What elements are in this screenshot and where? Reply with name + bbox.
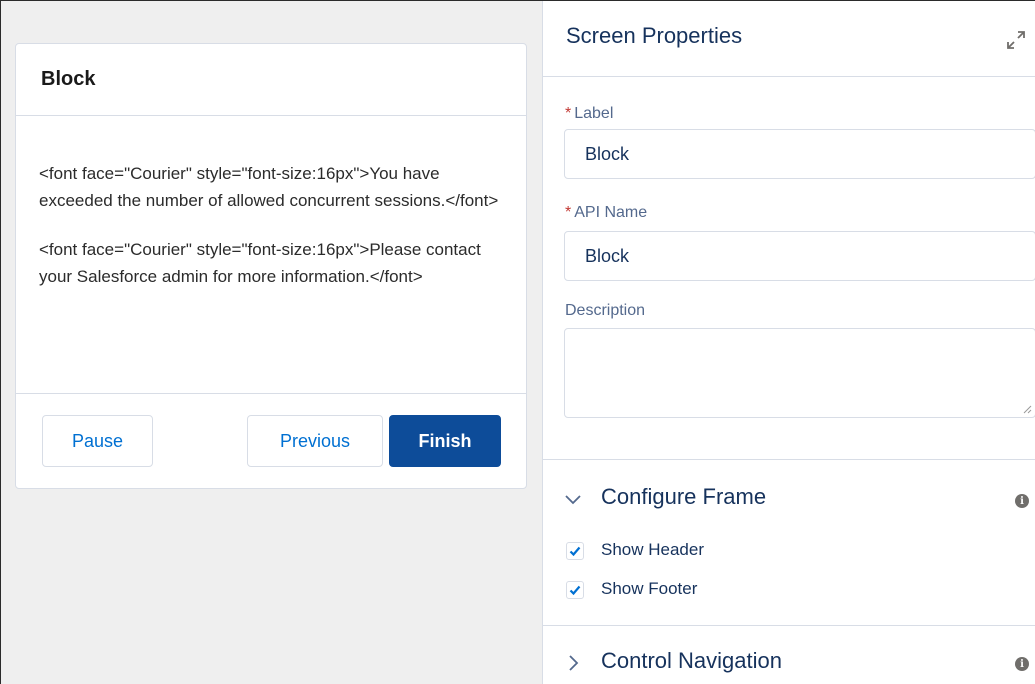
info-icon[interactable]: i (1015, 657, 1029, 671)
required-indicator: * (565, 105, 572, 122)
checkmark-icon (569, 585, 581, 596)
properties-panel: Screen Properties * Label Block * API Name… (543, 1, 1035, 684)
description-textarea[interactable] (564, 328, 1035, 418)
chevron-down-icon[interactable] (563, 489, 583, 509)
previous-button[interactable]: Previous (247, 415, 383, 467)
show-header-checkbox[interactable] (566, 542, 584, 560)
configure-frame-section: Configure Frame i Show Header Show Foote… (543, 459, 1035, 625)
expand-icon[interactable] (1005, 29, 1027, 51)
show-footer-checkbox[interactable] (566, 581, 584, 599)
description-field-label: Description (565, 302, 646, 319)
label-input[interactable]: Block (564, 129, 1035, 179)
info-icon[interactable]: i (1015, 494, 1029, 508)
pause-button[interactable]: Pause (42, 415, 153, 467)
flow-builder-screen-editor: Block <font face="Courier" style="font-s… (0, 0, 1035, 684)
api-name-field-label: * API Name (565, 204, 648, 221)
configure-frame-title[interactable]: Configure Frame (601, 484, 766, 510)
panel-title: Screen Properties (566, 23, 743, 48)
control-navigation-section: Control Navigation i (543, 625, 1035, 684)
required-indicator: * (565, 204, 572, 221)
chevron-right-icon[interactable] (563, 653, 583, 673)
screen-title: Block (41, 68, 96, 90)
label-field-label: * Label (565, 105, 614, 122)
api-name-input[interactable]: Block (564, 231, 1035, 281)
screen-footer: Pause Previous Finish (16, 394, 526, 488)
finish-button[interactable]: Finish (389, 415, 501, 467)
show-header-label: Show Header (601, 540, 705, 559)
show-footer-label: Show Footer (601, 579, 698, 598)
display-text-paragraph: <font face="Courier" style="font-size:16… (39, 240, 481, 286)
control-navigation-title[interactable]: Control Navigation (601, 648, 782, 674)
screen-header: Block (16, 44, 526, 116)
checkmark-icon (569, 546, 581, 557)
display-text-paragraph: <font face="Courier" style="font-size:16… (39, 164, 499, 210)
screen-body: <font face="Courier" style="font-size:16… (16, 116, 526, 394)
resize-handle-icon[interactable] (1022, 404, 1032, 414)
screen-preview-card[interactable]: Block <font face="Courier" style="font-s… (15, 43, 527, 489)
panel-header: Screen Properties (543, 1, 1035, 77)
screen-canvas: Block <font face="Courier" style="font-s… (1, 1, 543, 684)
